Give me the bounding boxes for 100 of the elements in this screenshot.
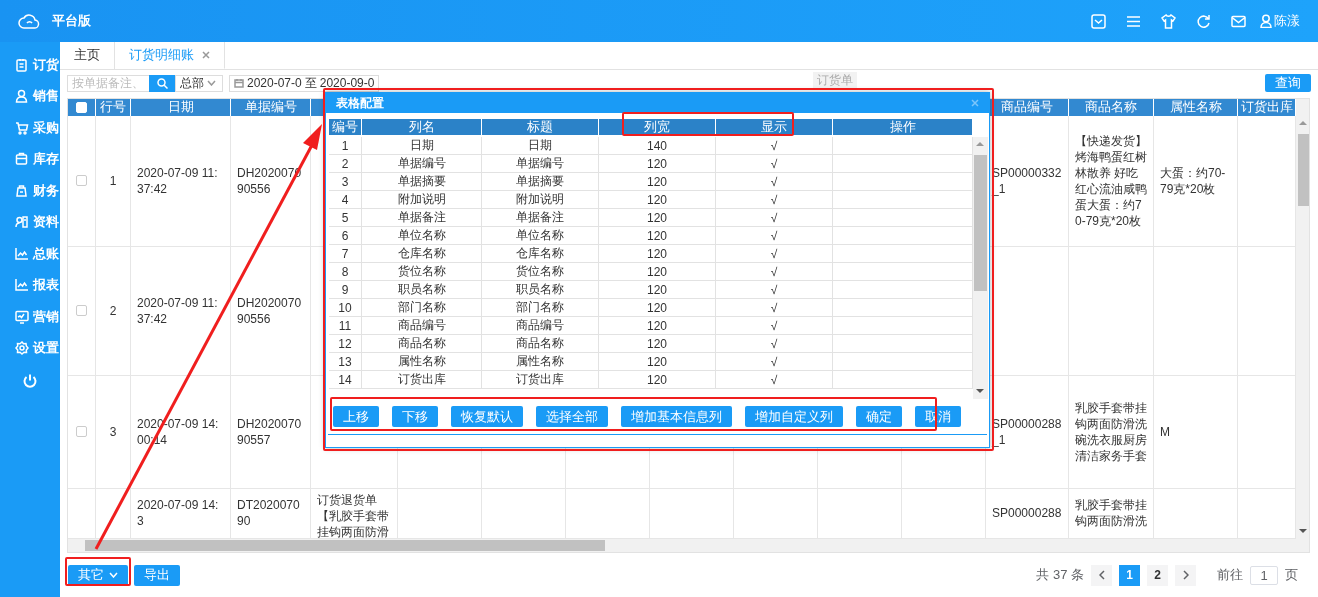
sidebar-item[interactable]: 报表 [0,269,60,301]
table-cell: 附加说明 [482,191,599,209]
table-cell: 13 [329,353,362,371]
sidebar-item[interactable]: 设置 [0,332,60,364]
table-cell: 大蛋：约70-79克*20枚 [1154,115,1238,247]
table-cell: 9 [329,281,362,299]
table-cell: √ [716,209,833,227]
table-cell: 商品编号 [482,317,599,335]
table-cell: 职员名称 [362,281,482,299]
table-cell: √ [716,227,833,245]
table-cell: SP00000288 [986,488,1069,539]
table-cell: 120 [599,335,716,353]
dialog-button[interactable]: 恢复默认 [451,406,523,427]
table-cell: 8 [329,263,362,281]
table-cell: 2020-07-09 11:37:42 [131,115,231,247]
shirt-icon[interactable] [1161,13,1176,29]
page-button[interactable]: 2 [1147,564,1168,586]
contact-card-icon [15,215,29,230]
table-cell: 2 [96,246,131,376]
user-name[interactable]: 陈漾 [1274,12,1300,30]
table-cell: 货位名称 [482,263,599,281]
table-cell: 单位名称 [362,227,482,245]
cart-icon [15,120,29,135]
search-field[interactable]: 按单据备注、 [67,74,149,92]
page-number-field[interactable]: 1 [1250,565,1278,585]
sidebar-item[interactable]: 订货 [0,49,60,81]
column-header: 标题 [482,119,599,137]
dialog-button[interactable]: 选择全部 [536,406,608,427]
column-header: 订货出库 [1238,98,1296,116]
table-cell: 120 [599,191,716,209]
next-page-button[interactable] [1175,564,1196,586]
app-title: 平台版 [52,12,91,30]
vertical-scrollbar[interactable] [973,137,988,399]
close-icon[interactable] [202,50,210,59]
query-button[interactable]: 查询 [1265,74,1311,93]
table-cell: 3 [96,375,131,489]
table-cell: 120 [599,227,716,245]
previous-page-button[interactable] [1091,564,1112,586]
export-button[interactable]: 导出 [134,564,180,586]
table-cell: 120 [599,173,716,191]
date-range-field[interactable]: 2020-07-0 至 2020-09-0 [229,74,380,92]
table-cell: 部门名称 [482,299,599,317]
dropdown-button[interactable]: 其它 [68,564,128,586]
chevron-box-icon[interactable] [1091,13,1106,29]
close-icon[interactable] [971,99,979,107]
checkbox[interactable] [76,426,87,438]
checkbox[interactable] [76,175,87,187]
calendar-icon [234,78,244,89]
power-icon[interactable] [22,373,38,389]
user-icon [1260,14,1272,28]
sidebar-item[interactable]: 总账 [0,238,60,270]
sidebar-item[interactable]: 库存 [0,143,60,175]
line-chart-icon [15,278,29,293]
table-cell: 3 [329,173,362,191]
mail-icon[interactable] [1231,13,1246,29]
table-cell: 属性名称 [362,353,482,371]
chevron-down-icon [207,80,216,87]
table-cell: √ [716,173,833,191]
sidebar-item[interactable]: 采购 [0,112,60,144]
table-cell: 职员名称 [482,281,599,299]
table-cell: 单据备注 [482,209,599,227]
checkbox[interactable] [76,305,87,317]
column-header: 属性名称 [1154,98,1238,116]
filter-tag[interactable]: 订货单 [813,71,858,89]
page-unit-label: 页 [1285,566,1298,585]
table-cell: √ [716,299,833,317]
refresh-icon[interactable] [1196,13,1211,29]
menu-icon[interactable] [1126,13,1141,29]
table-cell: √ [716,155,833,173]
table-cell: 2020-07-09 14:3 [131,488,231,539]
person-icon [15,89,29,104]
sidebar-item[interactable]: 销售 [0,80,60,112]
scope-dropdown[interactable]: 总部 [175,74,223,92]
sidebar-item[interactable]: 资料 [0,206,60,238]
table-cell: 单据备注 [362,209,482,227]
table-cell: 120 [599,281,716,299]
column-header: 单据编号 [231,98,311,116]
monitor-chart-icon [15,309,29,324]
table-cell: 仓库名称 [482,245,599,263]
table-cell: 1 [329,137,362,155]
table-cell: 6 [329,227,362,245]
search-icon [156,77,168,89]
table-cell: 单据摘要 [482,173,599,191]
clipboard-icon [15,57,29,72]
sidebar-item[interactable]: 财务 [0,175,60,207]
dialog-button[interactable]: 上移 [333,406,379,427]
sidebar-item[interactable]: 营销 [0,301,60,333]
dialog-button[interactable]: 增加基本信息列 [621,406,732,427]
search-button[interactable] [149,74,175,92]
table-cell: 【快递发货】烤海鸭蛋红树林散养 好吃红心流油咸鸭蛋大蛋：约70-79克*20枚 [1069,115,1154,247]
highlight-frame [65,557,131,586]
cloud-logo-icon [18,12,40,30]
dialog-button[interactable]: 下移 [392,406,438,427]
column-header: 操作 [833,119,973,137]
dialog-button[interactable]: 确定 [856,406,902,427]
table-cell: 仓库名称 [362,245,482,263]
dialog-button[interactable]: 增加自定义列 [745,406,843,427]
table-cell: DH202007090557 [231,375,311,489]
column-header: 商品名称 [1069,98,1154,116]
page-button[interactable]: 1 [1119,564,1140,586]
